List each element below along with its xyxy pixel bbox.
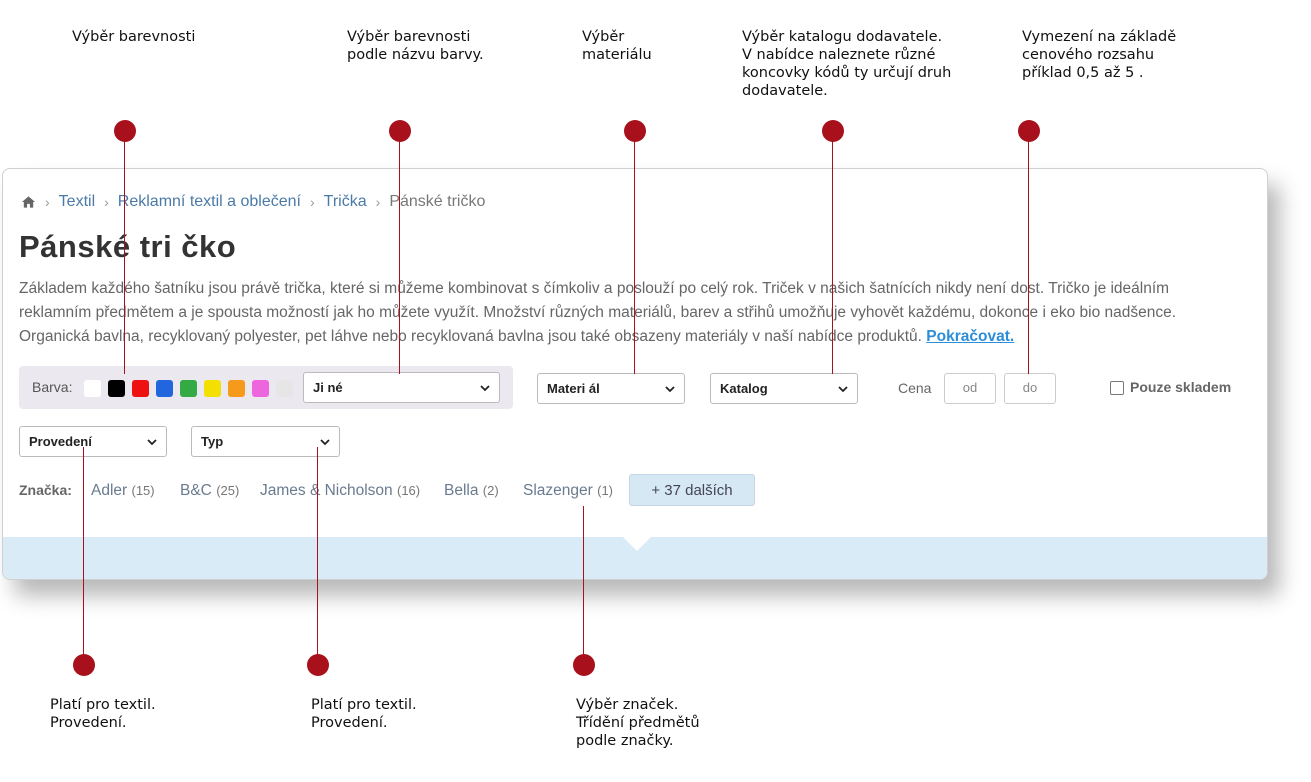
color-label: Barva:: [32, 379, 73, 395]
chevron-down-icon: [147, 439, 157, 446]
breadcrumb-separator: ›: [45, 194, 50, 210]
annotation-catalog: Výběr katalogu dodavatele. V nabídce nal…: [742, 29, 952, 99]
annotation-price: Vymezení na základě cenového rozsahu pří…: [1022, 29, 1177, 81]
material-select[interactable]: Materi ál: [537, 373, 685, 404]
breadcrumb-link-tricka[interactable]: Trička: [324, 193, 367, 211]
in-stock-checkbox[interactable]: [1110, 381, 1124, 395]
brand-name: Adler: [91, 482, 128, 499]
brand-name: Bella: [444, 482, 479, 499]
marker-line: [634, 131, 635, 374]
brand-item[interactable]: Adler (15): [91, 482, 155, 500]
color-swatch-blue[interactable]: [156, 380, 173, 397]
catalog-select[interactable]: Katalog: [710, 373, 858, 404]
color-swatch-white[interactable]: [84, 380, 101, 397]
brand-count: (1): [597, 483, 613, 498]
annotation-color: Výběr barevnosti: [72, 29, 196, 45]
breadcrumb-separator: ›: [310, 194, 315, 210]
color-swatch-yellow[interactable]: [204, 380, 221, 397]
panel-pointer: [623, 537, 651, 551]
marker-dot: [73, 654, 95, 676]
breadcrumb-link-textil[interactable]: Textil: [59, 193, 95, 211]
marker-dot: [573, 654, 595, 676]
annotation-color-name: Výběr barevnosti podle názvu barvy.: [347, 29, 484, 63]
marker-line: [124, 131, 125, 374]
color-swatch-red[interactable]: [132, 380, 149, 397]
chevron-down-icon: [838, 386, 848, 393]
marker-line: [583, 506, 584, 665]
marker-line: [1028, 131, 1029, 374]
marker-dot: [389, 120, 411, 142]
marker-line: [832, 131, 833, 374]
breadcrumb-separator: ›: [104, 194, 109, 210]
filter-panel: › Textil › Reklamní textil a oblečení › …: [2, 168, 1268, 580]
brand-name: James & Nicholson: [260, 482, 393, 499]
read-more-link[interactable]: Pokračovat.: [926, 328, 1014, 345]
color-name-select-value: Ji né: [313, 380, 343, 395]
marker-line: [317, 447, 318, 665]
in-stock-label[interactable]: Pouze skladem: [1130, 379, 1231, 395]
chevron-down-icon: [320, 439, 330, 446]
color-swatch-orange[interactable]: [228, 380, 245, 397]
price-to-input[interactable]: do: [1004, 373, 1056, 404]
type-select-value: Typ: [201, 434, 224, 449]
marker-dot: [822, 120, 844, 142]
color-filter: Barva: Ji né: [19, 366, 513, 409]
breadcrumb: › Textil › Reklamní textil a oblečení › …: [21, 193, 485, 211]
price-label: Cena: [898, 380, 932, 396]
marker-line: [83, 447, 84, 665]
color-swatch-light-gray[interactable]: [276, 380, 293, 397]
home-icon[interactable]: [21, 195, 36, 209]
brand-item[interactable]: B&C (25): [180, 482, 239, 500]
chevron-down-icon: [665, 386, 675, 393]
marker-dot: [307, 654, 329, 676]
annotation-finish: Platí pro textil. Provedení.: [50, 697, 156, 731]
catalog-select-value: Katalog: [720, 381, 768, 396]
finish-select[interactable]: Provedení: [19, 426, 167, 457]
color-swatch-black[interactable]: [108, 380, 125, 397]
annotation-type: Platí pro textil. Provedení.: [311, 697, 417, 731]
color-name-select[interactable]: Ji né: [303, 372, 500, 403]
brand-item[interactable]: Slazenger (1): [523, 482, 613, 500]
color-swatch-green[interactable]: [180, 380, 197, 397]
breadcrumb-link-reklamni-textil[interactable]: Reklamní textil a oblečení: [118, 193, 301, 211]
brand-item[interactable]: James & Nicholson (16): [260, 482, 420, 500]
brand-item[interactable]: Bella (2): [444, 482, 499, 500]
marker-dot: [624, 120, 646, 142]
page-title: Pánské tri čko: [19, 229, 237, 264]
marker-dot: [1018, 120, 1040, 142]
brand-count: (2): [482, 483, 499, 498]
annotation-brands: Výběr značek. Třídění předmětů podle zna…: [576, 697, 700, 749]
brand-count: (15): [131, 483, 155, 498]
brand-label: Značka:: [19, 482, 72, 498]
brand-count: (25): [216, 483, 240, 498]
annotation-material: Výběr materiálu: [582, 29, 652, 63]
marker-line: [399, 131, 400, 374]
brand-name: B&C: [180, 482, 212, 499]
breadcrumb-separator: ›: [375, 194, 381, 210]
category-description: Základem každého šatníku jsou právě trič…: [19, 277, 1189, 349]
chevron-down-icon: [480, 385, 490, 392]
color-swatch-pink[interactable]: [252, 380, 269, 397]
brand-name: Slazenger: [523, 482, 593, 499]
price-from-input[interactable]: od: [944, 373, 996, 404]
material-select-value: Materi ál: [547, 381, 600, 396]
brand-count: (16): [396, 483, 421, 498]
marker-dot: [114, 120, 136, 142]
breadcrumb-current: Pánské tričko: [389, 193, 486, 210]
more-brands-button[interactable]: + 37 dalších: [629, 474, 755, 506]
